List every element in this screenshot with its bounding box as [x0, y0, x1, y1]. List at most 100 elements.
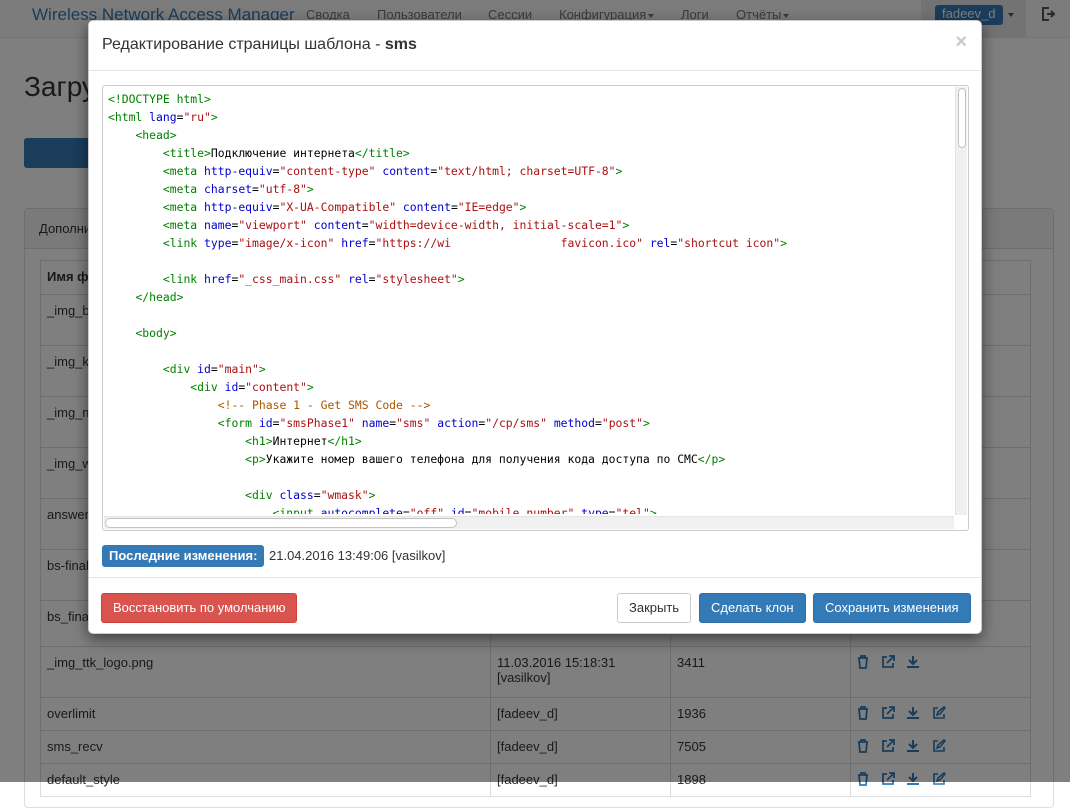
modal-title-prefix: Редактирование страницы шаблона -	[102, 36, 385, 53]
code-token: <input	[272, 506, 321, 514]
code-line: <meta charset="utf-8">	[108, 180, 953, 198]
code-line: <h1>Интернет</h1>	[108, 432, 953, 450]
code-token: id	[258, 416, 273, 430]
code-token: </title>	[354, 146, 410, 160]
code-line: <div class="wmask">	[108, 486, 953, 504]
code-token: content	[382, 164, 431, 178]
code-token: <link	[162, 236, 205, 250]
code-token: "shortcut icon"	[677, 236, 781, 250]
code-token: "wmask"	[320, 488, 369, 502]
code-token: "viewport"	[238, 218, 307, 232]
code-token: <html	[108, 110, 150, 124]
code-token: =	[450, 200, 458, 214]
code-token: =	[313, 488, 321, 502]
code-token: =	[252, 182, 259, 196]
horizontal-scrollbar-thumb[interactable]	[105, 518, 457, 528]
close-button[interactable]: Закрыть	[617, 593, 692, 623]
close-icon[interactable]: ×	[955, 31, 967, 54]
restore-default-button[interactable]: Восстановить по умолчанию	[101, 593, 298, 623]
last-changes-label: Последние изменения:	[102, 545, 265, 567]
code-content[interactable]: <!DOCTYPE html> <html lang="ru"> <head> <…	[108, 90, 953, 514]
code-token: "mobile_number"	[471, 506, 575, 514]
code-token: "stylesheet"	[375, 272, 458, 286]
code-token: "utf-8"	[258, 182, 307, 196]
code-token: type	[581, 506, 609, 514]
code-token: <meta	[162, 200, 205, 214]
code-token: http-equiv	[204, 200, 273, 214]
code-token: >	[622, 218, 630, 232]
code-line: <meta http-equiv="content-type" content=…	[108, 162, 953, 180]
code-token: >	[649, 506, 657, 514]
code-token: </h1>	[327, 434, 362, 448]
code-token: >	[368, 488, 376, 502]
code-token: id	[450, 506, 465, 514]
code-token: <head>	[135, 128, 177, 142]
code-token: <meta	[162, 218, 205, 232]
code-token: >	[780, 236, 787, 250]
code-token: "content"	[245, 380, 307, 394]
code-token: >	[457, 272, 465, 286]
code-token: name	[204, 218, 232, 232]
code-token: </p>	[697, 452, 726, 466]
code-token: "sms"	[396, 416, 431, 430]
code-line: <p>Укажите номер вашего телефона для пол…	[108, 450, 953, 468]
save-changes-button[interactable]: Сохранить изменения	[813, 593, 971, 623]
code-token: <meta	[162, 164, 205, 178]
code-token: =	[594, 416, 602, 430]
code-token: id	[197, 362, 211, 376]
code-token: >	[258, 362, 266, 376]
code-token: =	[361, 218, 369, 232]
code-token: "X-UA-Compatible"	[279, 200, 397, 214]
code-token: <div	[245, 488, 280, 502]
code-line: <title>Подключение интернета</title>	[108, 144, 953, 162]
code-token: =	[368, 236, 376, 250]
code-line: <body>	[108, 324, 953, 342]
code-token: =	[368, 272, 376, 286]
horizontal-scrollbar[interactable]	[104, 516, 954, 529]
code-token: <h1>	[245, 434, 273, 448]
code-token: <p>	[245, 452, 266, 466]
vertical-scrollbar-thumb[interactable]	[958, 88, 966, 148]
code-token: <link	[162, 272, 205, 286]
code-line: <link href="_css_main.css" rel="styleshe…	[108, 270, 953, 288]
code-token: "tel"	[615, 506, 650, 514]
code-token: http-equiv	[204, 164, 273, 178]
code-token: >	[643, 416, 650, 430]
clone-button[interactable]: Сделать клон	[699, 593, 806, 623]
code-token: <form	[217, 416, 259, 430]
code-token: "text/html; charset=UTF-8"	[437, 164, 616, 178]
code-line: <input autocomplete="off" id="mobile_num…	[108, 504, 953, 514]
code-line: <!-- Phase 1 - Get SMS Code -->	[108, 396, 953, 414]
code-token: href	[341, 236, 369, 250]
code-token: "smsPhase1"	[279, 416, 355, 430]
code-line: <meta name="viewport" content="width=dev…	[108, 216, 953, 234]
modal-title-template-name: sms	[384, 36, 417, 53]
code-editor[interactable]: <!DOCTYPE html> <html lang="ru"> <head> <…	[102, 85, 969, 531]
code-token: </head>	[135, 290, 184, 304]
modal-header: Редактирование страницы шаблона - sms ×	[89, 21, 981, 71]
code-token: "/cp/sms"	[485, 416, 547, 430]
code-token: <title>	[162, 146, 211, 160]
code-token: >	[306, 182, 314, 196]
code-token: <!-- Phase 1 - Get SMS Code -->	[217, 398, 431, 412]
vertical-scrollbar[interactable]	[955, 87, 967, 515]
code-token: <body>	[135, 326, 177, 340]
